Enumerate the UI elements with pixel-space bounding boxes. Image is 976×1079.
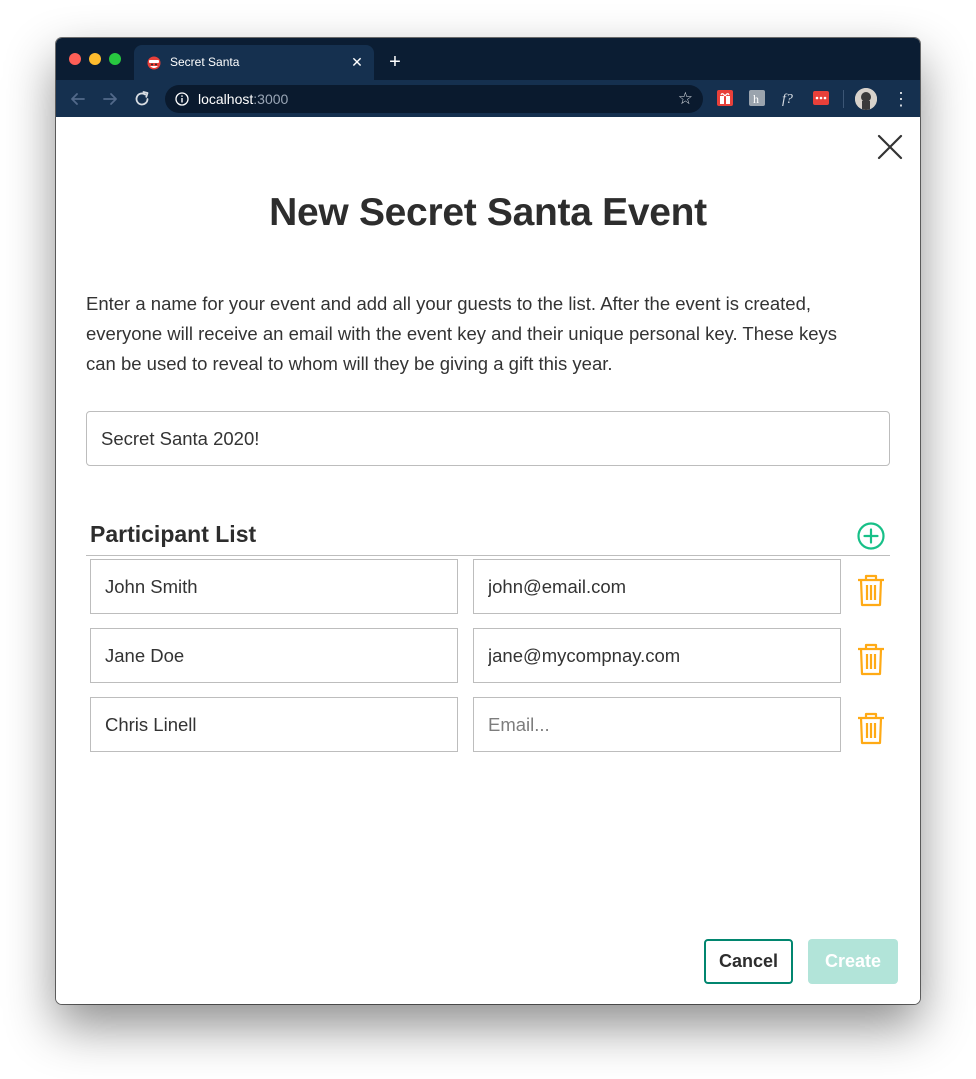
url-port: :3000 bbox=[253, 91, 289, 107]
close-window-button[interactable] bbox=[69, 53, 81, 65]
participant-name-input[interactable] bbox=[90, 697, 458, 752]
profile-avatar-icon bbox=[855, 88, 877, 110]
url-host: localhost bbox=[198, 91, 254, 107]
participant-name-input[interactable] bbox=[90, 628, 458, 683]
back-arrow-icon[interactable] bbox=[67, 88, 89, 110]
trash-icon[interactable] bbox=[856, 711, 886, 745]
browser-window: Secret Santa ✕ + localhost:3000 ☆ h f? ⋮… bbox=[56, 38, 920, 1004]
close-icon[interactable] bbox=[876, 133, 904, 161]
tab-close-icon[interactable]: ✕ bbox=[348, 53, 366, 71]
minimize-window-button[interactable] bbox=[89, 53, 101, 65]
description-line: everyone will receive an email with the … bbox=[86, 323, 838, 344]
extension-h-icon[interactable]: h bbox=[749, 90, 765, 106]
browser-toolbar: localhost:3000 ☆ h f? ⋮ bbox=[56, 80, 920, 117]
page-content: New Secret Santa Event Enter a name for … bbox=[56, 117, 920, 1004]
forward-arrow-icon[interactable] bbox=[99, 88, 121, 110]
url-text: localhost:3000 bbox=[198, 91, 288, 107]
info-icon[interactable] bbox=[175, 92, 189, 106]
extension-function-icon[interactable]: f? bbox=[781, 90, 797, 106]
star-icon[interactable]: ☆ bbox=[678, 89, 693, 109]
extension-dots-icon[interactable] bbox=[813, 90, 829, 106]
add-participant-icon[interactable] bbox=[856, 521, 886, 551]
trash-icon[interactable] bbox=[856, 642, 886, 676]
description-line: Enter a name for your event and add all … bbox=[86, 293, 811, 314]
tab-title: Secret Santa bbox=[170, 55, 240, 69]
svg-text:f?: f? bbox=[782, 92, 793, 106]
event-name-input[interactable] bbox=[86, 411, 890, 466]
tab-strip: Secret Santa ✕ + bbox=[56, 38, 920, 80]
santa-favicon-icon bbox=[147, 56, 161, 70]
cancel-button[interactable]: Cancel bbox=[704, 939, 793, 984]
menu-dots-icon[interactable]: ⋮ bbox=[892, 88, 910, 110]
participant-email-input[interactable] bbox=[473, 697, 841, 752]
new-tab-plus-icon[interactable]: + bbox=[384, 51, 406, 73]
svg-text:h: h bbox=[753, 92, 759, 106]
participant-email-input[interactable] bbox=[473, 628, 841, 683]
trash-icon[interactable] bbox=[856, 573, 886, 607]
participant-name-input[interactable] bbox=[90, 559, 458, 614]
maximize-window-button[interactable] bbox=[109, 53, 121, 65]
active-tab[interactable]: Secret Santa ✕ bbox=[134, 45, 374, 80]
participant-list-heading: Participant List bbox=[90, 521, 257, 547]
reload-icon[interactable] bbox=[131, 88, 153, 110]
section-divider bbox=[86, 555, 890, 556]
page-title: New Secret Santa Event bbox=[269, 191, 707, 234]
extension-gift-icon[interactable] bbox=[717, 90, 733, 106]
toolbar-divider bbox=[843, 90, 844, 108]
create-button[interactable]: Create bbox=[808, 939, 898, 984]
event-description: Enter a name for your event and add all … bbox=[86, 289, 886, 379]
address-bar[interactable]: localhost:3000 ☆ bbox=[165, 85, 703, 113]
profile-avatar[interactable] bbox=[855, 88, 877, 110]
participant-email-input[interactable] bbox=[473, 559, 841, 614]
description-line: can be used to reveal to whom will they … bbox=[86, 353, 613, 374]
